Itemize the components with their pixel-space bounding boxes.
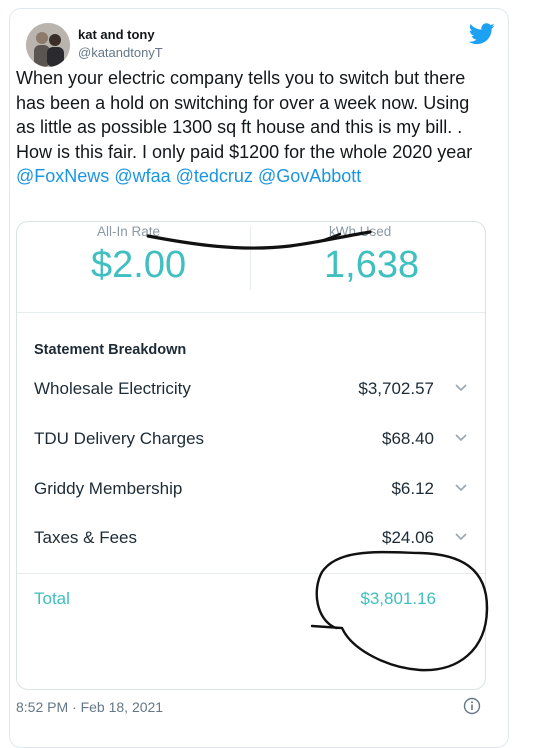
line-item-label: TDU Delivery Charges bbox=[34, 429, 205, 448]
line-item-amount: $6.12 bbox=[391, 479, 434, 498]
chevron-down-icon[interactable] bbox=[454, 433, 468, 443]
rate-value: $2.00 bbox=[91, 244, 187, 286]
total-label: Total bbox=[34, 589, 70, 608]
mention-wfaa[interactable]: @wfaa bbox=[114, 166, 170, 186]
line-item-label: Taxes & Fees bbox=[34, 528, 137, 547]
tweet-body: When your electric company tells you to … bbox=[16, 68, 473, 162]
chevron-down-icon[interactable] bbox=[454, 383, 468, 393]
chevron-down-icon[interactable] bbox=[454, 532, 468, 542]
line-item-wholesale[interactable]: Wholesale Electricity $3,702.57 bbox=[34, 379, 474, 405]
divider bbox=[17, 573, 485, 574]
info-icon[interactable] bbox=[463, 697, 481, 715]
twitter-bird-icon[interactable] bbox=[469, 23, 495, 45]
statement-breakdown-title: Statement Breakdown bbox=[34, 342, 187, 358]
line-item-tdu[interactable]: TDU Delivery Charges $68.40 bbox=[34, 429, 474, 455]
kwh-value: 1,638 bbox=[324, 244, 420, 286]
total-amount: $3,801.16 bbox=[360, 589, 436, 608]
rate-label: All-In Rate bbox=[97, 224, 161, 239]
line-item-amount: $68.40 bbox=[382, 429, 434, 448]
author-name[interactable]: kat and tony bbox=[78, 27, 155, 42]
line-item-taxes[interactable]: Taxes & Fees $24.06 bbox=[34, 528, 474, 554]
line-item-label: Wholesale Electricity bbox=[34, 379, 191, 398]
avatar[interactable] bbox=[26, 23, 70, 67]
author-handle[interactable]: @katandtonyT bbox=[78, 45, 163, 60]
tweet-text: When your electric company tells you to … bbox=[16, 66, 486, 189]
line-item-label: Griddy Membership bbox=[34, 479, 183, 498]
bill-screenshot[interactable]: All-In Rate $2.00 kWh Used 1,638 Stateme… bbox=[16, 221, 486, 690]
line-item-membership[interactable]: Griddy Membership $6.12 bbox=[34, 479, 474, 505]
mention-tedcruz[interactable]: @tedcruz bbox=[176, 166, 253, 186]
line-item-amount: $3,702.57 bbox=[358, 379, 434, 398]
tweet-timestamp[interactable]: 8:52 PM · Feb 18, 2021 bbox=[16, 699, 163, 715]
kwh-label: kWh Used bbox=[329, 224, 392, 239]
chevron-down-icon[interactable] bbox=[454, 483, 468, 493]
kpi-divider bbox=[250, 226, 251, 290]
divider bbox=[17, 312, 485, 313]
mention-govabbott[interactable]: @GovAbbott bbox=[258, 166, 361, 186]
line-item-amount: $24.06 bbox=[382, 528, 434, 547]
mention-foxnews[interactable]: @FoxNews bbox=[16, 166, 109, 186]
